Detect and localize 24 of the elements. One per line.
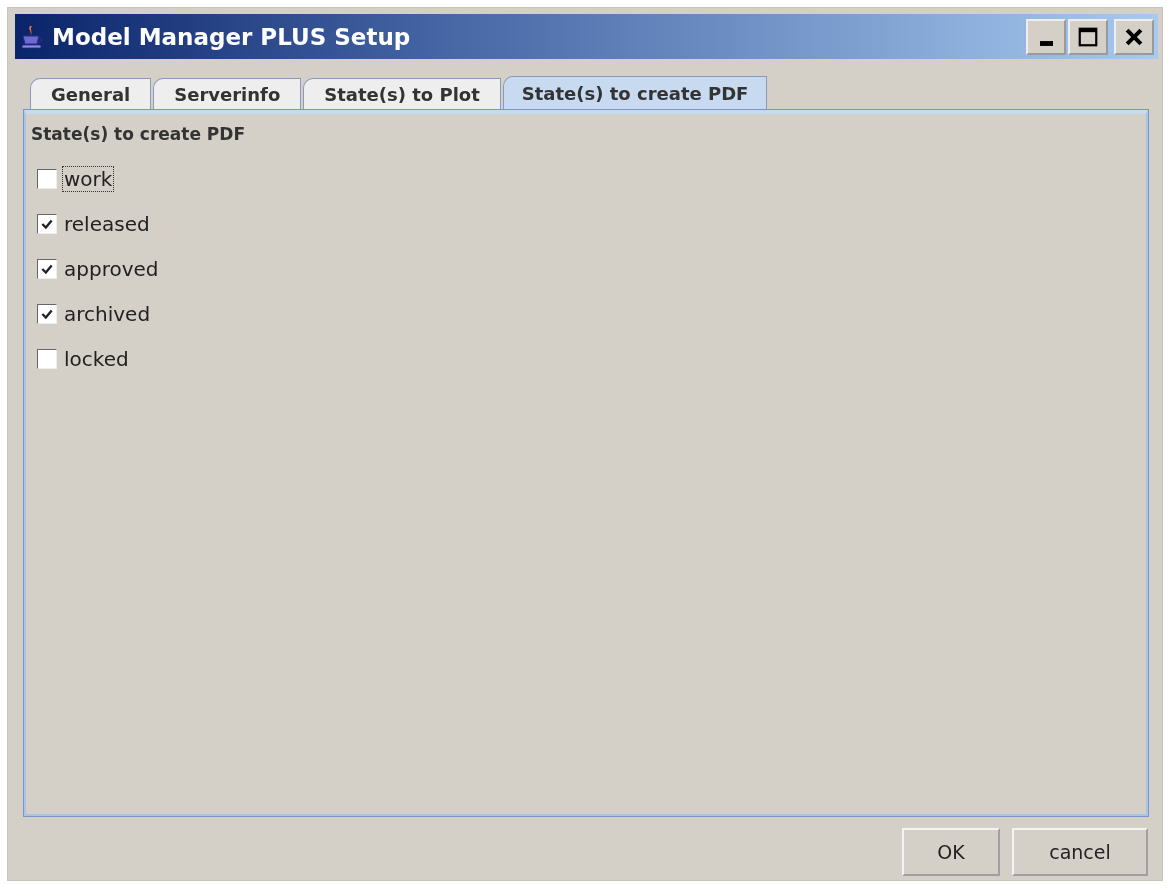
tab[interactable]: State(s) to create PDF xyxy=(502,76,768,109)
checkbox[interactable] xyxy=(37,303,57,324)
maximize-button[interactable] xyxy=(1068,18,1108,55)
dialog-button[interactable]: OK xyxy=(902,828,1000,876)
checkbox[interactable] xyxy=(37,213,57,234)
checkbox-label[interactable]: released xyxy=(62,210,152,237)
checkbox[interactable] xyxy=(37,168,57,189)
checkbox-label[interactable]: work xyxy=(62,165,115,192)
close-button[interactable] xyxy=(1114,18,1154,55)
tab[interactable]: General xyxy=(30,78,152,109)
checkbox-label[interactable]: archived xyxy=(62,300,153,327)
section-heading: State(s) to create PDF xyxy=(31,124,247,144)
checkbox-label[interactable]: locked xyxy=(62,345,131,372)
minimize-button[interactable] xyxy=(1026,18,1066,55)
maximize-icon xyxy=(1077,25,1099,48)
checkbox[interactable] xyxy=(37,348,57,369)
tab[interactable]: State(s) to Plot xyxy=(303,78,501,109)
coffee-cup-icon xyxy=(20,23,44,50)
dialog-button[interactable]: cancel xyxy=(1012,828,1148,876)
checkbox[interactable] xyxy=(37,258,57,279)
tab[interactable]: Serverinfo xyxy=(153,78,302,109)
minimize-icon xyxy=(1039,41,1053,46)
window-title: Model Manager PLUS Setup xyxy=(52,23,412,50)
checkbox-label[interactable]: approved xyxy=(62,255,161,282)
